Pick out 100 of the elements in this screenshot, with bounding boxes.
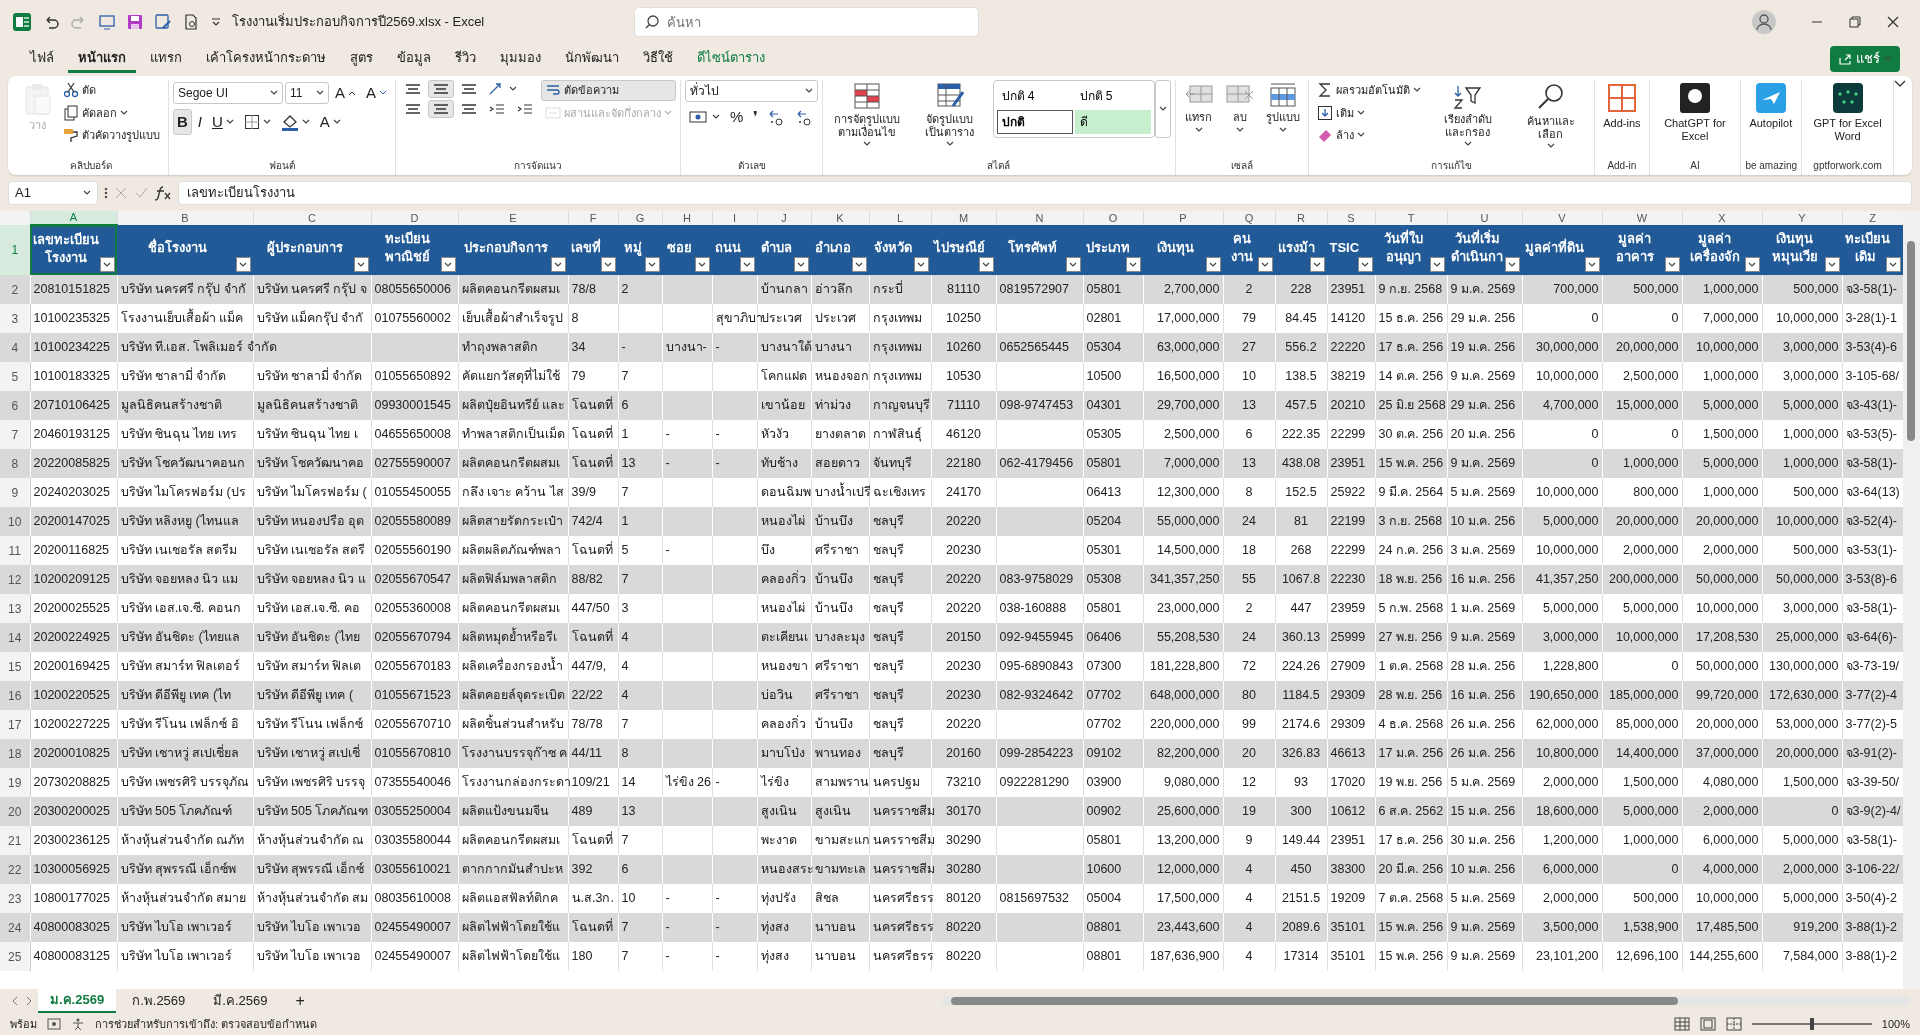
row-number[interactable]: 23 <box>0 884 30 913</box>
menu-tab[interactable]: ไฟล์ <box>20 44 64 74</box>
row-number[interactable]: 21 <box>0 826 30 855</box>
column-letter[interactable]: H <box>662 211 712 225</box>
decrease-font-button[interactable]: A <box>362 80 392 107</box>
find-button[interactable]: ค้นหาและ เลือก <box>1511 80 1591 152</box>
row-number[interactable]: 6 <box>0 391 30 420</box>
filter-button[interactable] <box>1584 257 1600 272</box>
format-button[interactable]: รูปแบบ <box>1261 80 1304 135</box>
number-format-button[interactable]: % <box>726 104 748 131</box>
sheet-tab[interactable]: มี.ค.2569 <box>201 990 280 1012</box>
dropdown-field[interactable]: 11 <box>285 82 329 105</box>
align-button[interactable] <box>428 100 455 118</box>
next-sheet-icon[interactable] <box>24 996 34 1006</box>
formula-field[interactable]: เลขทะเบียนโรงงาน <box>178 181 1912 205</box>
menu-tab[interactable]: เค้าโครงหน้ากระดาษ <box>196 44 336 74</box>
row-number[interactable]: 8 <box>0 449 30 478</box>
share-button[interactable]: แชร์ <box>1830 46 1900 72</box>
row-number[interactable]: 16 <box>0 681 30 710</box>
filter-button[interactable] <box>694 257 710 272</box>
wrap-button[interactable]: ตัดข้อความ <box>541 80 677 101</box>
horizontal-scrollbar[interactable] <box>940 996 1910 1006</box>
column-letter[interactable]: B <box>117 211 253 225</box>
column-letter[interactable]: P <box>1143 211 1223 225</box>
row-number[interactable]: 9 <box>0 478 30 507</box>
painter-button[interactable]: ตัวคัดวางรูปแบบ <box>59 125 164 146</box>
column-letter[interactable]: V <box>1522 211 1602 225</box>
row-number[interactable]: 4 <box>0 333 30 362</box>
row-number[interactable]: 3 <box>0 304 30 333</box>
increase-font-button[interactable]: A <box>331 80 360 107</box>
filter-button[interactable] <box>600 257 616 272</box>
column-letter[interactable]: D <box>371 211 458 225</box>
cell-style[interactable]: ดี <box>1074 110 1151 134</box>
filter-button[interactable] <box>1065 257 1081 272</box>
menu-tab[interactable]: รีวิว <box>445 44 486 74</box>
row-number[interactable]: 25 <box>0 942 30 971</box>
column-header[interactable]: วันที่ใบอนุญา <box>1375 225 1447 275</box>
copy-button[interactable]: คัดลอก <box>59 102 164 123</box>
underline-button[interactable]: U <box>208 108 238 135</box>
menu-tab[interactable]: สูตร <box>340 44 383 74</box>
menu-tab[interactable]: หน้าแรก <box>68 44 136 74</box>
column-letter[interactable]: A <box>30 211 117 225</box>
column-header[interactable]: ถนน <box>712 225 757 275</box>
column-letter[interactable]: I <box>712 211 757 225</box>
column-header[interactable]: ทะเบียนพาณิชย์ <box>371 225 458 275</box>
delete-button[interactable]: ลบ <box>1220 80 1259 135</box>
autosum-button[interactable]: ผลรวมอัตโนมัติ <box>1312 80 1425 101</box>
normal-view-icon[interactable] <box>1673 1017 1690 1031</box>
column-header[interactable]: เงินทุนหมุนเวีย <box>1762 225 1842 275</box>
vertical-scrollbar[interactable] <box>1903 211 1920 989</box>
column-header[interactable]: เลขทะเบียนโรงงาน <box>30 225 117 275</box>
row-number[interactable]: 20 <box>0 797 30 826</box>
filter-button[interactable] <box>1429 257 1445 272</box>
row-number[interactable]: 1 <box>0 225 30 275</box>
column-header[interactable]: มูลค่าที่ดิน <box>1522 225 1602 275</box>
accessibility-icon[interactable] <box>71 1017 85 1031</box>
dropdown-field[interactable]: Segoe UI <box>173 82 283 105</box>
user-avatar-icon[interactable] <box>1752 10 1776 34</box>
column-header[interactable]: ผู้ประกอบการ <box>253 225 371 275</box>
column-letter[interactable]: K <box>811 211 869 225</box>
zoom-slider-thumb[interactable] <box>1809 1018 1814 1030</box>
clear-button[interactable]: ล้าง <box>1312 125 1425 146</box>
column-letter[interactable]: J <box>757 211 811 225</box>
row-number[interactable]: 12 <box>0 565 30 594</box>
column-letter[interactable]: W <box>1602 211 1682 225</box>
column-header[interactable]: TSIC <box>1327 225 1375 275</box>
column-letter[interactable]: N <box>996 211 1083 225</box>
row-number[interactable]: 13 <box>0 594 30 623</box>
filter-button[interactable] <box>1824 257 1840 272</box>
column-header[interactable]: ทะเบียนเดิม <box>1842 225 1903 275</box>
row-number[interactable]: 7 <box>0 420 30 449</box>
filter-button[interactable] <box>1309 257 1325 272</box>
row-number[interactable]: 18 <box>0 739 30 768</box>
monitor-icon[interactable] <box>98 13 116 31</box>
column-letter[interactable]: E <box>458 211 568 225</box>
save-icon[interactable] <box>126 13 144 31</box>
column-header[interactable]: ตำบล <box>757 225 811 275</box>
column-header[interactable]: มูลค่าอาคาร <box>1602 225 1682 275</box>
row-number[interactable]: 17 <box>0 710 30 739</box>
number-format-button[interactable]: ❜ <box>749 104 763 131</box>
sheet-tab[interactable]: ก.พ.2569 <box>120 990 198 1012</box>
filter-button[interactable] <box>1504 257 1520 272</box>
column-letter[interactable]: M <box>931 211 996 225</box>
filter-button[interactable] <box>978 257 994 272</box>
row-number[interactable]: 10 <box>0 507 30 536</box>
menu-tab[interactable]: ดีไซน์ตาราง <box>687 44 775 74</box>
chatgpt-button[interactable]: ChatGPT for Excel <box>1653 80 1737 145</box>
bold-button[interactable]: B <box>173 108 192 135</box>
cell-style[interactable]: ปกติ <box>996 110 1073 134</box>
autopilot-button[interactable]: Autopilot <box>1745 80 1797 132</box>
filter-button[interactable] <box>1885 257 1901 272</box>
filter-button[interactable] <box>353 257 369 272</box>
menu-tab[interactable]: ข้อมูล <box>387 44 441 74</box>
row-number[interactable]: 14 <box>0 623 30 652</box>
cut-button[interactable]: ตัด <box>59 80 164 101</box>
filter-button[interactable] <box>1357 257 1373 272</box>
add-sheet-button[interactable]: + <box>283 988 317 1014</box>
customize-toolbar-icon[interactable] <box>210 16 222 28</box>
column-header[interactable]: ชื่อโรงงาน <box>117 225 253 275</box>
column-letter[interactable]: L <box>869 211 931 225</box>
